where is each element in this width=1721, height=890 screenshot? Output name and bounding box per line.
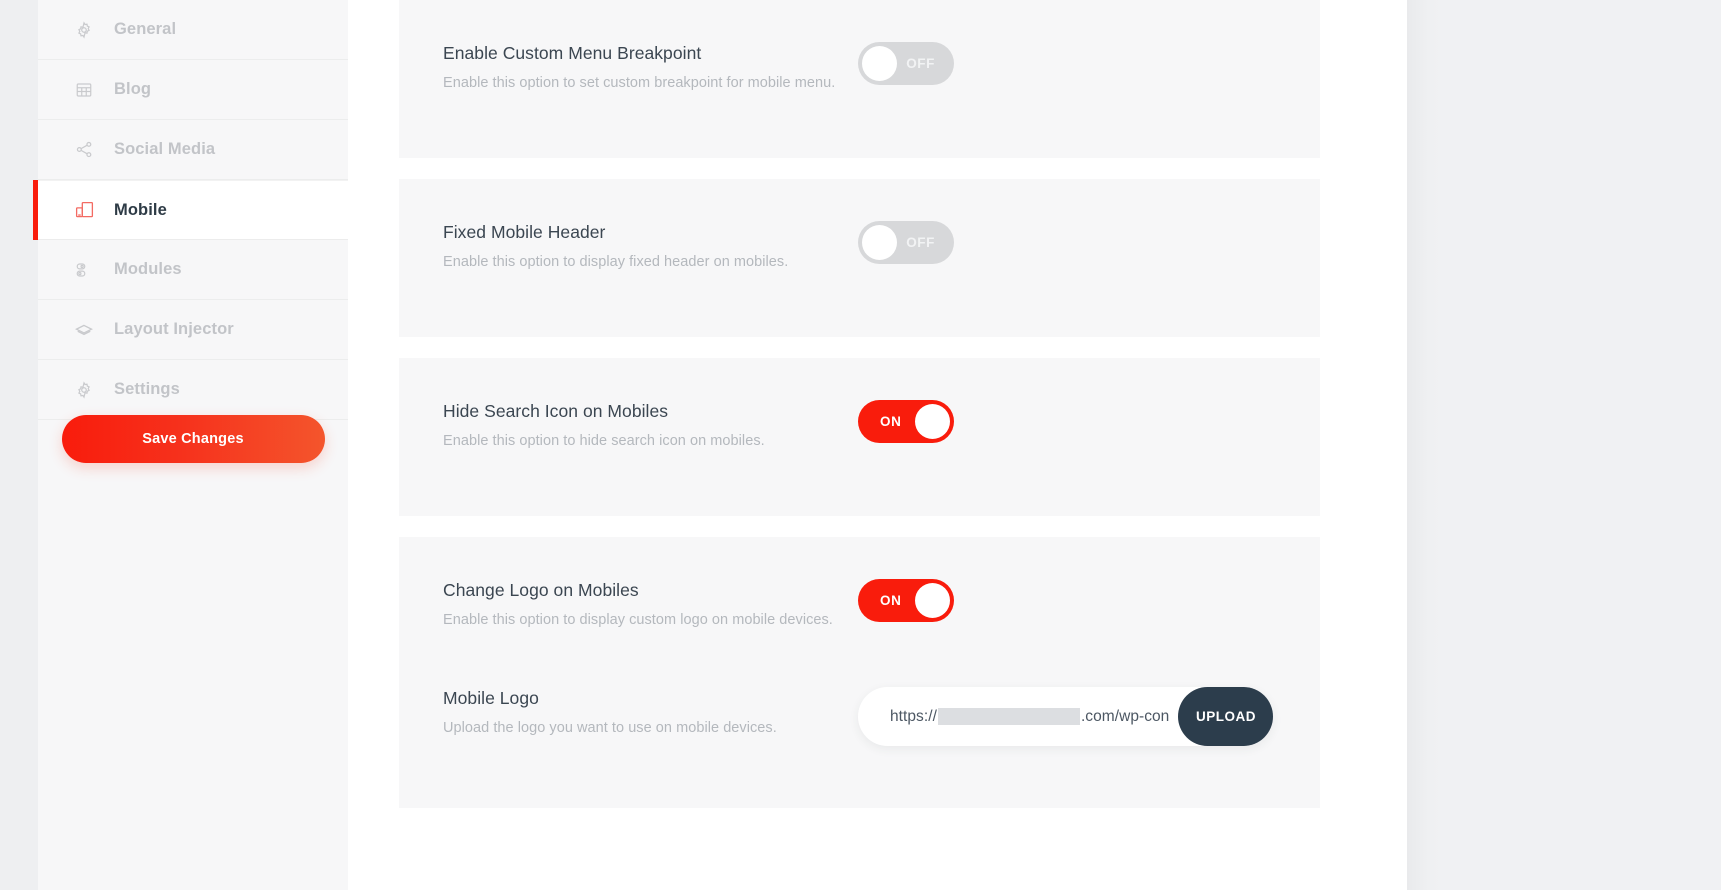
option-description: Enable this option to set custom breakpo…	[443, 75, 836, 91]
layers-icon	[71, 317, 97, 343]
mobile-logo-url-text: https:// .com/wp-con	[858, 708, 1169, 726]
toggle-enable-custom-menu-breakpoint[interactable]: OFF	[858, 42, 954, 85]
gear-icon	[71, 377, 97, 403]
settings-main-panel: Enable Custom Menu Breakpoint Enable thi…	[348, 0, 1407, 890]
sidebar-item-label: Layout Injector	[114, 320, 234, 338]
save-changes-button[interactable]: Save Changes	[61, 415, 325, 463]
toggle-state-label: ON	[880, 593, 902, 608]
mobile-icon	[71, 197, 97, 223]
toggle-state-label: ON	[880, 414, 902, 429]
toggle-fixed-mobile-header[interactable]: OFF	[858, 221, 954, 264]
option-title: Hide Search Icon on Mobiles	[443, 401, 669, 421]
toggle-knob	[915, 404, 950, 439]
option-text: Hide Search Icon on Mobiles Enable this …	[443, 398, 858, 452]
option-row: Enable Custom Menu Breakpoint Enable thi…	[399, 0, 1320, 96]
card-spacer	[399, 746, 1320, 808]
toggle-hide-search-icon[interactable]: ON	[858, 400, 954, 443]
option-control: ON	[858, 577, 954, 622]
gear-icon	[71, 17, 97, 43]
toggle-knob	[862, 46, 897, 81]
option-title: Change Logo on Mobiles	[443, 580, 639, 600]
option-description: Enable this option to display custom log…	[443, 612, 833, 628]
upload-button[interactable]: UPLOAD	[1178, 687, 1273, 746]
option-row: Fixed Mobile Header Enable this option t…	[399, 179, 1320, 275]
page-right-gutter	[1407, 0, 1443, 890]
toggle-change-logo-on-mobiles[interactable]: ON	[858, 579, 954, 622]
option-card-fixed-mobile-header: Fixed Mobile Header Enable this option t…	[399, 179, 1320, 337]
sidebar-item-modules[interactable]: Modules	[38, 240, 348, 300]
page-left-gutter	[0, 0, 38, 890]
option-title: Fixed Mobile Header	[443, 222, 606, 242]
sidebar-item-label: General	[114, 20, 177, 38]
mobile-logo-upload-field[interactable]: https:// .com/wp-con UPLOAD	[858, 687, 1273, 746]
toggle-state-label: OFF	[906, 235, 935, 250]
option-description: Upload the logo you want to use on mobil…	[443, 720, 777, 736]
save-changes-container: Save Changes	[38, 415, 348, 463]
options-list: Enable Custom Menu Breakpoint Enable thi…	[399, 0, 1320, 829]
grid-icon	[71, 77, 97, 103]
card-spacer	[399, 96, 1320, 158]
sidebar-item-general[interactable]: General	[38, 0, 348, 60]
modules-icon	[71, 257, 97, 283]
sidebar-item-label: Social Media	[114, 140, 216, 158]
share-icon	[71, 137, 97, 163]
option-text: Fixed Mobile Header Enable this option t…	[443, 219, 858, 273]
card-spacer	[399, 275, 1320, 337]
option-control: OFF	[858, 40, 954, 85]
sidebar-item-mobile[interactable]: Mobile	[33, 180, 348, 240]
settings-page: General Blog Social Media Mobile Modules…	[0, 0, 1721, 890]
option-card-change-logo: Change Logo on Mobiles Enable this optio…	[399, 537, 1320, 808]
option-control: https:// .com/wp-con UPLOAD	[858, 685, 1273, 746]
option-card-custom-menu-breakpoint: Enable Custom Menu Breakpoint Enable thi…	[399, 0, 1320, 158]
card-spacer	[399, 454, 1320, 516]
settings-sidebar: General Blog Social Media Mobile Modules…	[33, 0, 348, 890]
option-control: OFF	[858, 219, 954, 264]
sidebar-item-label: Settings	[114, 380, 180, 398]
option-title: Enable Custom Menu Breakpoint	[443, 43, 702, 63]
url-prefix: https://	[890, 707, 937, 725]
option-row: Hide Search Icon on Mobiles Enable this …	[399, 358, 1320, 454]
option-text: Change Logo on Mobiles Enable this optio…	[443, 577, 858, 631]
toggle-knob	[915, 583, 950, 618]
option-description: Enable this option to display fixed head…	[443, 254, 789, 270]
sidebar-nav: General Blog Social Media Mobile Modules…	[33, 0, 348, 420]
option-title: Mobile Logo	[443, 688, 539, 708]
toggle-knob	[862, 225, 897, 260]
option-description: Enable this option to hide search icon o…	[443, 433, 765, 449]
sidebar-item-label: Blog	[114, 80, 152, 98]
sidebar-item-layout-injector[interactable]: Layout Injector	[38, 300, 348, 360]
sidebar-item-blog[interactable]: Blog	[38, 60, 348, 120]
sidebar-item-social-media[interactable]: Social Media	[38, 120, 348, 180]
option-text: Mobile Logo Upload the logo you want to …	[443, 685, 858, 739]
sidebar-item-settings[interactable]: Settings	[38, 360, 348, 420]
option-row: Mobile Logo Upload the logo you want to …	[399, 633, 1320, 746]
url-suffix: .com/wp-con	[1080, 707, 1170, 725]
sidebar-item-label: Modules	[114, 260, 182, 278]
option-card-hide-search-icon: Hide Search Icon on Mobiles Enable this …	[399, 358, 1320, 516]
option-row: Change Logo on Mobiles Enable this optio…	[399, 537, 1320, 633]
option-text: Enable Custom Menu Breakpoint Enable thi…	[443, 40, 858, 94]
redacted-domain	[937, 708, 1080, 725]
toggle-state-label: OFF	[906, 56, 935, 71]
sidebar-item-label: Mobile	[114, 200, 167, 219]
option-control: ON	[858, 398, 954, 443]
